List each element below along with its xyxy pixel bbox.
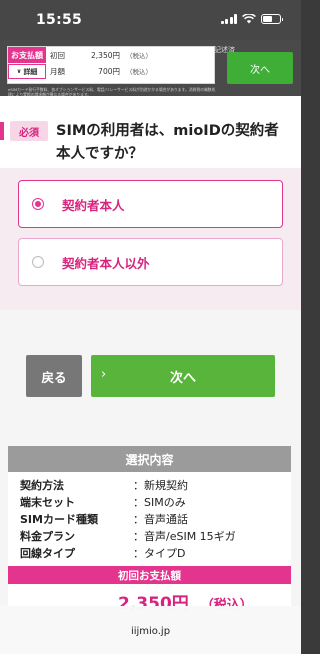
option-label: 契約者本人 xyxy=(62,197,125,213)
cellular-signal-icon xyxy=(220,14,237,24)
radio-button[interactable] xyxy=(32,256,44,268)
summary-label: 契約方法 xyxy=(20,478,64,492)
next-button[interactable]: › 次へ xyxy=(91,355,275,397)
detail-label: 詳細 xyxy=(23,67,38,76)
summary-value: ：SIMのみ xyxy=(133,495,186,509)
chevron-down-icon: ∨ xyxy=(16,68,22,75)
status-icons xyxy=(220,14,283,24)
payment-row-label: 月額 xyxy=(50,67,65,76)
payment-row-tax: （税込） xyxy=(126,68,152,76)
summary-value: ：音声/eSIM 15ギガ xyxy=(133,529,236,543)
option-other-person[interactable]: 契約者本人以外 xyxy=(18,238,283,286)
payment-summary-card: お支払額 ∨ 詳細 初回 2,350円 （税込） 月額 700円 （税込） xyxy=(7,46,215,84)
url-text[interactable]: iijmio.jp xyxy=(0,626,301,637)
chevron-right-icon: › xyxy=(101,367,107,382)
summary-value: ：タイプD xyxy=(133,546,186,560)
summary-row: SIMカード種類 ：音声通話 xyxy=(20,510,291,527)
payment-row-amount: 700円 xyxy=(98,67,120,76)
option-label: 契約者本人以外 xyxy=(62,255,150,271)
header-next-button[interactable]: 次へ xyxy=(227,52,293,84)
question-title: SIMの利用者は、mioIDの契約者本人ですか？ xyxy=(56,123,279,162)
summary-table: 契約方法 ：新規契約 端末セット ：SIMのみ SIMカード種類 ：音声通話 料… xyxy=(8,472,291,561)
option-contract-holder[interactable]: 契約者本人 xyxy=(18,180,283,228)
browser-url-bar[interactable]: iijmio.jp xyxy=(0,606,301,654)
detail-toggle-button[interactable]: ∨ 詳細 xyxy=(8,64,46,79)
payment-row-amount: 2,350円 xyxy=(91,51,120,60)
next-button-label: 次へ xyxy=(169,370,196,386)
payment-row-monthly: 月額 700円 （税込） xyxy=(50,66,152,77)
accent-bar xyxy=(0,122,4,140)
payment-tag: お支払額 xyxy=(8,47,46,63)
back-button[interactable]: 戻る xyxy=(26,355,82,397)
question-section: 必須 SIMの利用者は、mioIDの契約者本人ですか？ 契約者本人 契約者本人以… xyxy=(0,96,301,310)
summary-row: 端末セット ：SIMのみ xyxy=(20,493,291,510)
nav-section: 戻る › 次へ xyxy=(0,310,301,446)
wifi-icon xyxy=(242,14,256,24)
summary-label: 端末セット xyxy=(20,495,75,509)
summary-value: ：新規契約 xyxy=(133,478,188,492)
battery-icon xyxy=(261,14,283,24)
summary-title: 選択内容 xyxy=(8,446,291,472)
payment-row-tax: （税込） xyxy=(126,52,152,60)
summary-value: ：音声通話 xyxy=(133,512,188,526)
payment-header: お支払額 ∨ 詳細 初回 2,350円 （税込） 月額 700円 （税込） 記述… xyxy=(0,40,301,97)
summary-row: 回線タイプ ：タイプD xyxy=(20,544,291,561)
status-bar: 15:55 xyxy=(0,0,301,40)
summary-label: SIMカード種類 xyxy=(20,512,98,526)
payment-row-label: 初回 xyxy=(50,51,65,60)
summary-label: 料金プラン xyxy=(20,529,75,543)
selection-summary-card: 選択内容 契約方法 ：新規契約 端末セット ：SIMのみ SIMカード種類 ：音… xyxy=(8,446,291,616)
required-badge: 必須 xyxy=(10,121,48,141)
summary-label: 回線タイプ xyxy=(20,546,75,560)
radio-button-selected[interactable] xyxy=(32,198,44,210)
summary-row: 契約方法 ：新規契約 xyxy=(20,476,291,493)
payment-row-initial: 初回 2,350円 （税込） xyxy=(50,50,152,61)
first-payment-label: 初回お支払額 xyxy=(8,566,291,584)
summary-row: 料金プラン ：音声/eSIM 15ギガ xyxy=(20,527,291,544)
status-time: 15:55 xyxy=(36,12,83,28)
